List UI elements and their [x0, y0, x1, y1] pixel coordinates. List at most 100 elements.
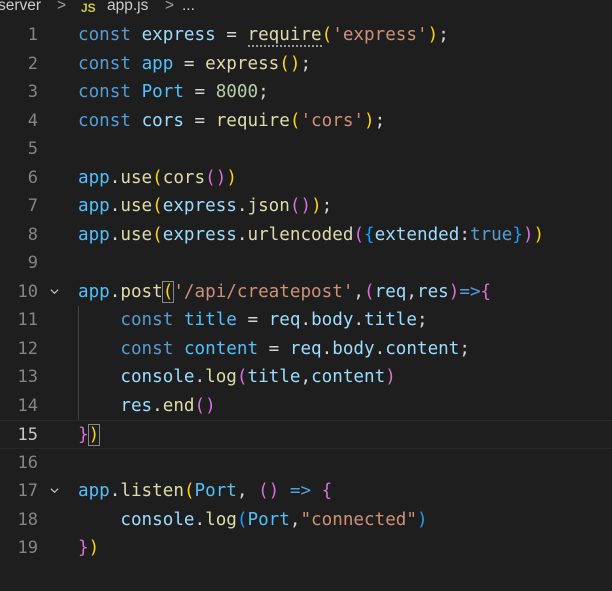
code-token: const	[120, 310, 174, 330]
code-text: const express = require('express');	[78, 21, 449, 50]
code-token: content	[183, 338, 259, 359]
code-line[interactable]: 17 app.listen(Port, () => {	[0, 477, 612, 506]
line-number: 18	[17, 509, 38, 530]
line-number: 11	[17, 310, 38, 330]
code-token: .	[109, 196, 121, 216]
code-token: const	[120, 338, 174, 359]
code-token: use	[120, 196, 153, 216]
code-token: .	[194, 509, 206, 530]
code-token: =>	[289, 481, 312, 501]
line-number: 8	[27, 224, 38, 245]
code-token: ()	[205, 167, 227, 188]
code-token: app	[78, 281, 110, 302]
code-token: }	[78, 538, 89, 558]
code-token: req	[268, 310, 301, 330]
code-token: ,	[353, 281, 365, 302]
code-line[interactable]: 14 res.end()	[0, 392, 612, 421]
code-token: {	[480, 281, 492, 302]
code-token: (	[152, 224, 163, 245]
code-token: cors	[162, 167, 206, 188]
code-token: console	[120, 367, 195, 387]
code-token: ,	[289, 509, 301, 530]
code-token: (	[183, 481, 195, 501]
code-line[interactable]: 18 console.log(Port,"connected")	[0, 506, 612, 535]
code-token: res	[416, 281, 449, 302]
code-token: .	[152, 395, 163, 416]
code-token: }	[78, 425, 89, 445]
code-token: )	[364, 110, 375, 131]
code-line[interactable]: 4 const cors = require('cors');	[0, 107, 612, 136]
code-token: ;	[374, 110, 386, 131]
line-number: 14	[17, 395, 38, 416]
fold-chevron-down-icon[interactable]	[50, 486, 59, 495]
code-token: Port	[194, 481, 237, 501]
line-number: 17	[17, 481, 38, 501]
breadcrumb-folder[interactable]: server	[0, 0, 41, 16]
code-line[interactable]: 19})	[0, 534, 612, 563]
code-token: .	[300, 310, 312, 330]
breadcrumb: server > JS app.js > ...	[0, 0, 612, 16]
code-token: )	[533, 224, 545, 245]
code-token: log	[205, 509, 237, 530]
code-text: const cors = require('cors');	[78, 107, 385, 136]
breadcrumb-separator: >	[165, 0, 175, 14]
code-token: (	[353, 224, 365, 245]
code-token: .	[374, 338, 386, 359]
code-token: .	[109, 281, 121, 302]
code-token: req	[289, 338, 322, 359]
line-number: 19	[17, 538, 38, 558]
code-token: (	[364, 281, 375, 302]
fold-chevron-down-icon[interactable]	[50, 287, 59, 296]
code-token: ,	[236, 481, 259, 501]
code-token: use	[120, 224, 153, 245]
code-token: body	[311, 310, 354, 330]
line-number: 9	[27, 253, 38, 273]
line-number: 1	[27, 25, 38, 45]
code-token: :	[459, 224, 470, 245]
line-number: 12	[17, 338, 38, 359]
code-token: Port	[141, 82, 184, 102]
code-token: ;	[258, 82, 269, 102]
line-number: 15	[17, 425, 38, 445]
code-line[interactable]: 15})	[0, 420, 612, 449]
code-line[interactable]: 16	[0, 449, 612, 478]
code-token: =	[173, 53, 206, 74]
breadcrumb-symbols[interactable]: ...	[182, 0, 195, 16]
code-line[interactable]: 12 const content = req.body.content;	[0, 335, 612, 364]
code-line[interactable]: 10 app.post('/api/createpost',(req,res)=>…	[0, 278, 612, 307]
code-line[interactable]: 5	[0, 135, 612, 164]
code-token: ;	[300, 53, 312, 74]
code-token: ()	[279, 53, 301, 74]
code-token: ,	[406, 281, 417, 302]
code-text: })	[78, 421, 101, 450]
code-text: const app = express();	[78, 50, 311, 79]
code-token: )	[311, 196, 322, 216]
code-token: 'cors'	[300, 110, 365, 131]
code-token: app	[78, 224, 110, 245]
code-line[interactable]: 8 app.use(express.urlencoded({extended:tr…	[0, 221, 612, 250]
code-token: .	[109, 167, 121, 188]
code-token: )	[385, 367, 396, 387]
code-line[interactable]: 3 const Port = 8000;	[0, 78, 612, 107]
code-line[interactable]: 6 app.use(cors())	[0, 164, 612, 193]
code-text: app.use(express.urlencoded({extended:tru…	[78, 221, 544, 250]
code-line[interactable]: 2 const app = express();	[0, 50, 612, 79]
code-token: '/api/createpost'	[173, 281, 354, 302]
code-line[interactable]: 13 console.log(title,content)	[0, 363, 612, 392]
code-token: =	[258, 338, 290, 359]
code-line[interactable]: 1 const express = require('express');	[0, 21, 612, 50]
breadcrumb-file[interactable]: app.js	[107, 0, 148, 16]
code-line[interactable]: 7 app.use(express.json());	[0, 192, 612, 221]
code-token: require	[247, 25, 322, 47]
code-token: urlencoded	[247, 224, 354, 245]
code-token: =	[183, 82, 216, 102]
code-line[interactable]: 11 const title = req.body.title;	[0, 306, 612, 335]
code-token: body	[332, 338, 375, 359]
code-line[interactable]: 9	[0, 249, 612, 278]
code-token: )	[417, 509, 428, 530]
code-text: app.post('/api/createpost',(req,res)=>{	[78, 278, 491, 307]
code-token: extended	[374, 224, 460, 245]
